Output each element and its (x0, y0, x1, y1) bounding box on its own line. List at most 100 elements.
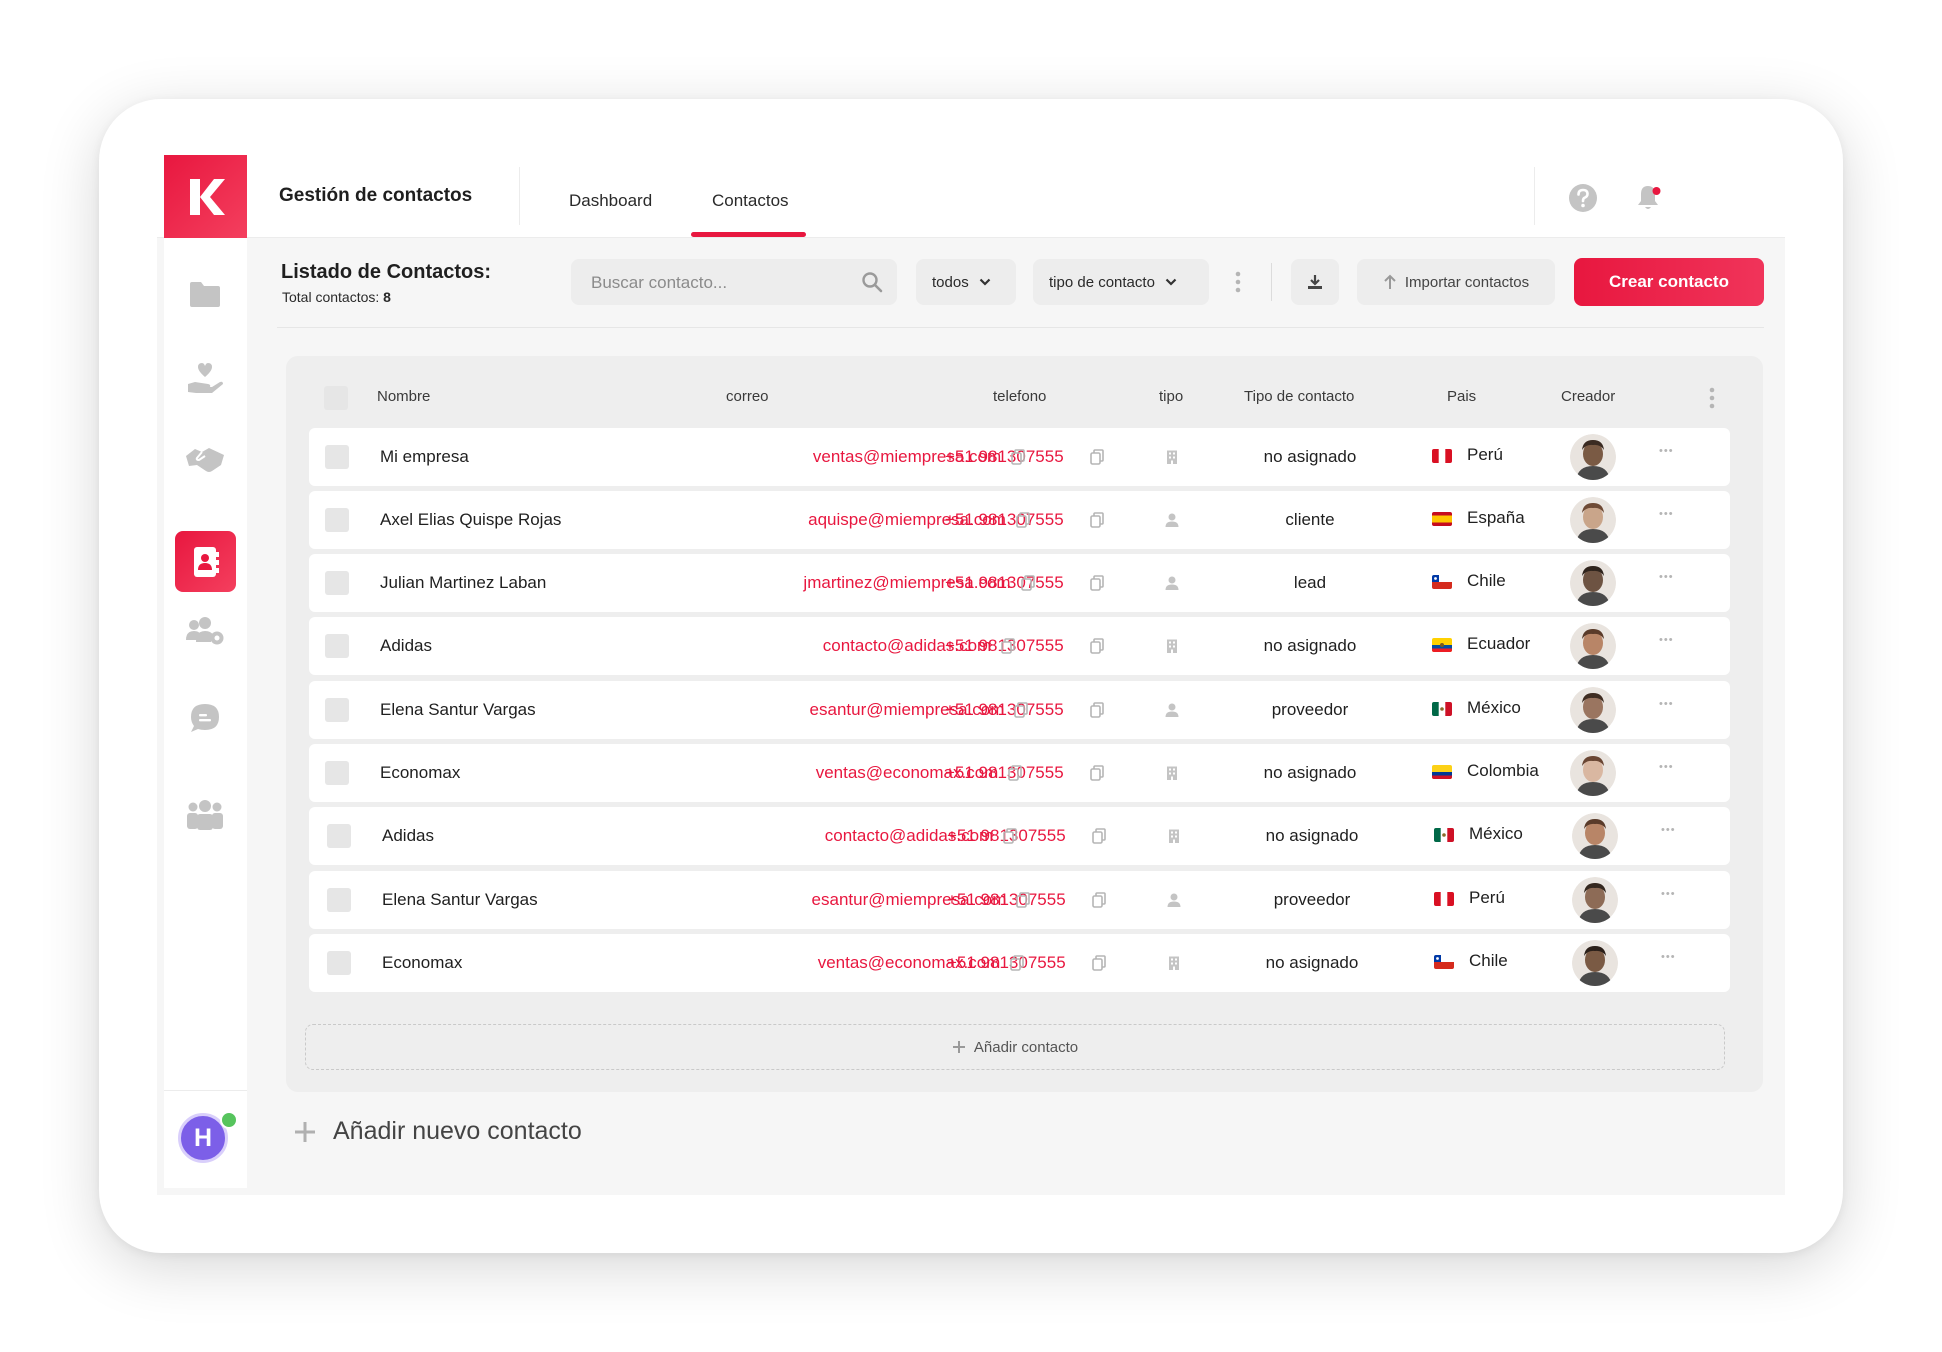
person-icon (1167, 893, 1181, 907)
column-header-telefono[interactable]: telefono (993, 388, 1046, 405)
row-actions-icon[interactable]: ••• (1661, 824, 1676, 836)
copy-phone-icon[interactable] (1092, 828, 1106, 844)
sidebar-item-messages[interactable] (184, 697, 226, 739)
create-contact-button[interactable]: Crear contacto (1574, 258, 1764, 306)
contact-phone[interactable]: +51 981307555 (947, 953, 1066, 973)
select-all-checkbox[interactable] (324, 386, 348, 410)
plus-icon (952, 1041, 965, 1053)
contact-name[interactable]: Adidas (380, 636, 432, 656)
copy-email-icon[interactable] (1011, 449, 1025, 465)
creator-avatar[interactable] (1570, 623, 1616, 669)
contact-phone[interactable]: +51 981307555 (945, 700, 1064, 720)
copy-email-icon[interactable] (1020, 575, 1035, 591)
creator-avatar[interactable] (1572, 813, 1618, 859)
sidebar-item-donations[interactable] (184, 358, 226, 400)
row-checkbox[interactable] (325, 445, 349, 469)
copy-email-icon[interactable] (1016, 512, 1030, 528)
row-checkbox[interactable] (325, 698, 349, 722)
contact-phone[interactable]: +51 981307555 (945, 510, 1064, 530)
copy-email-icon[interactable] (1003, 828, 1018, 844)
copy-email-icon[interactable] (1008, 765, 1023, 781)
row-checkbox[interactable] (327, 824, 351, 848)
sidebar-item-user-settings[interactable] (184, 610, 226, 652)
folder-icon (190, 282, 220, 307)
copy-phone-icon[interactable] (1090, 575, 1104, 591)
column-header-correo[interactable]: correo (726, 388, 769, 405)
contact-name[interactable]: Axel Elias Quispe Rojas (380, 510, 561, 530)
row-checkbox[interactable] (325, 634, 349, 658)
row-actions-icon[interactable]: ••• (1659, 761, 1674, 773)
contact-phone[interactable]: +51 981307555 (947, 890, 1066, 910)
building-icon (1167, 829, 1181, 843)
sidebar-item-teams[interactable] (184, 794, 226, 836)
copy-email-icon[interactable] (1010, 955, 1025, 971)
contact-name[interactable]: Economax (380, 763, 460, 783)
copy-phone-icon[interactable] (1090, 702, 1104, 718)
row-actions-icon[interactable]: ••• (1661, 951, 1676, 963)
column-header-creador[interactable]: Creador (1561, 388, 1615, 405)
filter-all-dropdown[interactable]: todos (916, 259, 1016, 305)
column-header-tipo[interactable]: tipo (1159, 388, 1183, 405)
row-checkbox[interactable] (327, 951, 351, 975)
add-contact-row-button[interactable]: Añadir contacto (305, 1024, 1725, 1070)
sidebar-item-contacts[interactable] (175, 531, 236, 592)
sidebar-item-deals[interactable] (184, 438, 226, 480)
contact-phone[interactable]: +51 981307555 (945, 573, 1064, 593)
download-button[interactable] (1291, 259, 1339, 305)
notification-bell-icon[interactable] (1633, 183, 1663, 213)
row-actions-icon[interactable]: ••• (1659, 445, 1674, 457)
top-bar: Gestión de contactos Dashboard Contactos (157, 155, 1785, 238)
creator-avatar[interactable] (1570, 497, 1616, 543)
add-new-contact-button[interactable]: Añadir nuevo contacto (293, 1117, 582, 1146)
contact-phone[interactable]: +51 981307555 (945, 447, 1064, 467)
creator-avatar[interactable] (1572, 877, 1618, 923)
search-icon[interactable] (861, 271, 883, 293)
column-header-tipo-contacto[interactable]: Tipo de contacto (1244, 388, 1354, 405)
search-input[interactable] (589, 259, 863, 307)
copy-phone-icon[interactable] (1090, 512, 1104, 528)
column-header-pais[interactable]: Pais (1447, 388, 1476, 405)
tab-dashboard[interactable]: Dashboard (569, 191, 652, 211)
row-actions-icon[interactable]: ••• (1661, 888, 1676, 900)
row-checkbox[interactable] (327, 888, 351, 912)
contact-name[interactable]: Elena Santur Vargas (382, 890, 538, 910)
row-actions-icon[interactable]: ••• (1659, 508, 1674, 520)
sidebar-item-folders[interactable] (184, 273, 226, 315)
contact-name[interactable]: Mi empresa (380, 447, 469, 467)
copy-phone-icon[interactable] (1090, 638, 1104, 654)
creator-avatar[interactable] (1570, 434, 1616, 480)
copy-phone-icon[interactable] (1092, 955, 1106, 971)
row-checkbox[interactable] (325, 571, 349, 595)
app-logo[interactable] (164, 155, 247, 238)
row-actions-icon[interactable]: ••• (1659, 634, 1674, 646)
contact-name[interactable]: Elena Santur Vargas (380, 700, 536, 720)
download-icon (1308, 275, 1322, 289)
row-checkbox[interactable] (325, 508, 349, 532)
column-header-nombre[interactable]: Nombre (377, 388, 430, 405)
more-options-vertical-icon[interactable] (1235, 271, 1241, 293)
contact-phone[interactable]: +51 981307555 (945, 763, 1064, 783)
creator-avatar[interactable] (1570, 560, 1616, 606)
contact-name[interactable]: Julian Martinez Laban (380, 573, 546, 593)
tab-contactos[interactable]: Contactos (712, 191, 789, 211)
flag-cl-icon (1432, 575, 1452, 589)
row-actions-icon[interactable]: ••• (1659, 571, 1674, 583)
creator-avatar[interactable] (1570, 750, 1616, 796)
contact-name[interactable]: Adidas (382, 826, 434, 846)
copy-phone-icon[interactable] (1090, 765, 1104, 781)
help-icon[interactable] (1568, 183, 1598, 213)
row-actions-icon[interactable]: ••• (1659, 698, 1674, 710)
total-count: 8 (383, 289, 391, 305)
creator-avatar[interactable] (1570, 687, 1616, 733)
copy-phone-icon[interactable] (1090, 449, 1104, 465)
column-options-icon[interactable] (1709, 387, 1715, 409)
import-contacts-button[interactable]: Importar contactos (1357, 259, 1555, 305)
copy-email-icon[interactable] (1001, 638, 1016, 654)
contact-name[interactable]: Economax (382, 953, 462, 973)
filter-type-dropdown[interactable]: tipo de contacto (1033, 259, 1209, 305)
copy-email-icon[interactable] (1014, 702, 1029, 718)
creator-avatar[interactable] (1572, 940, 1618, 986)
copy-phone-icon[interactable] (1092, 892, 1106, 908)
row-checkbox[interactable] (325, 761, 349, 785)
copy-email-icon[interactable] (1016, 892, 1031, 908)
